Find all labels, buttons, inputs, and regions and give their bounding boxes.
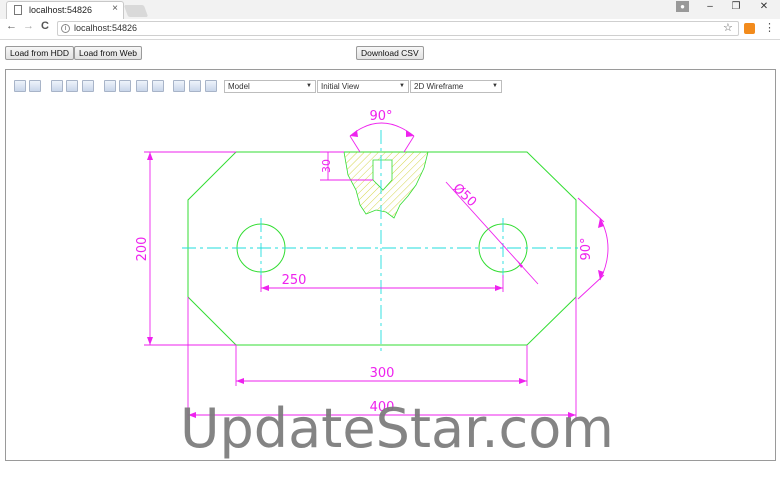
watermark: UpdateStar.com	[180, 397, 614, 460]
dim-angle-right: 90°	[579, 237, 594, 260]
dim-bottom-width: 300	[370, 366, 395, 381]
dim-hole-spacing: 250	[282, 273, 307, 288]
dim-angle-top: 90°	[369, 109, 392, 124]
dim-notch-height: 30	[320, 159, 333, 173]
dim-height: 200	[135, 237, 150, 262]
dim-diameter: Ø50	[450, 181, 480, 210]
